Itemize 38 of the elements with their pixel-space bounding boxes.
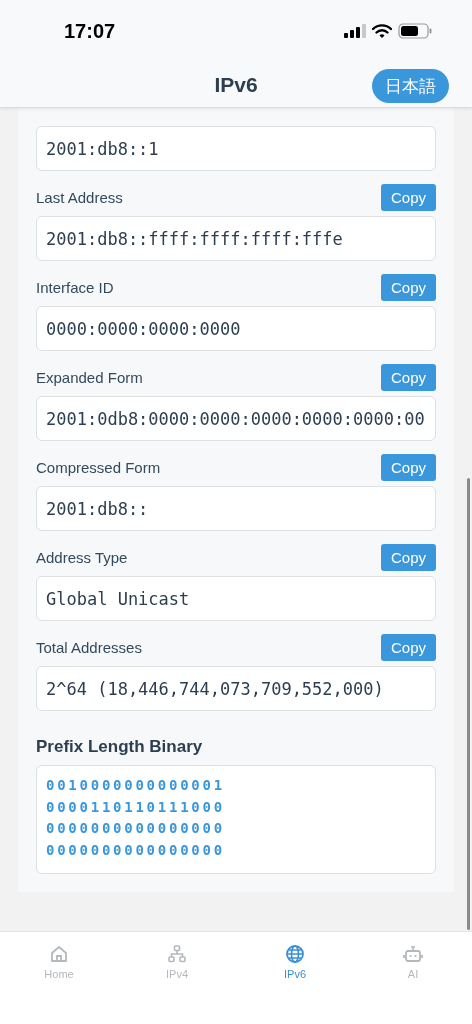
wifi-icon (372, 23, 392, 39)
battery-icon (398, 23, 432, 39)
copy-button[interactable]: Copy (380, 274, 436, 301)
value-field[interactable]: 2001:db8::ffff:ffff:ffff:fffe (36, 216, 436, 261)
signal-icon (344, 24, 366, 38)
binary-line: 0000110110111000 (46, 797, 225, 817)
binary-line: 0000000000000000 (46, 819, 225, 838)
page-title: IPv6 (214, 72, 258, 97)
binary-line: 0010000000000001 (46, 776, 225, 795)
tab-item[interactable]: AI (354, 932, 472, 980)
copy-button[interactable]: Copy (380, 634, 436, 661)
copy-button[interactable]: Copy (380, 454, 436, 481)
value-field[interactable]: 2001:db8:: (36, 486, 436, 531)
field-label: Total Addresses (36, 639, 142, 656)
network-icon (167, 944, 187, 964)
tab-item[interactable]: IPv6 (236, 932, 354, 980)
value-field[interactable]: 2001:db8::1 (36, 126, 436, 171)
copy-button[interactable]: Copy (380, 184, 436, 211)
tab-item[interactable]: IPv4 (118, 932, 236, 980)
field-label: Interface ID (36, 279, 114, 296)
status-time: 17:07 (64, 19, 116, 43)
field-label: Address Type (36, 549, 128, 566)
globe-icon (285, 944, 305, 964)
tab-item[interactable]: Home (0, 932, 118, 980)
section-title: Prefix Length Binary (36, 737, 204, 757)
value-field[interactable]: 2^64 (18,446,744,073,709,552,000) (36, 666, 436, 711)
value-field[interactable]: 0000:0000:0000:0000 (36, 306, 436, 351)
binary-line: 0000000000000000 (46, 840, 225, 860)
home-icon (49, 944, 69, 964)
robot-icon (403, 944, 423, 964)
value-field[interactable]: 2001:0db8:0000:0000:0000:0000:0000:00 (36, 396, 436, 441)
copy-button[interactable]: Copy (380, 364, 436, 391)
field-label: Expanded Form (36, 369, 143, 386)
value-field[interactable]: Global Unicast (36, 576, 436, 621)
copy-button[interactable]: Copy (380, 544, 436, 571)
field-label: Compressed Form (36, 459, 161, 476)
field-label: Last Address (36, 189, 123, 206)
language-button[interactable]: 日本語 (372, 69, 449, 103)
